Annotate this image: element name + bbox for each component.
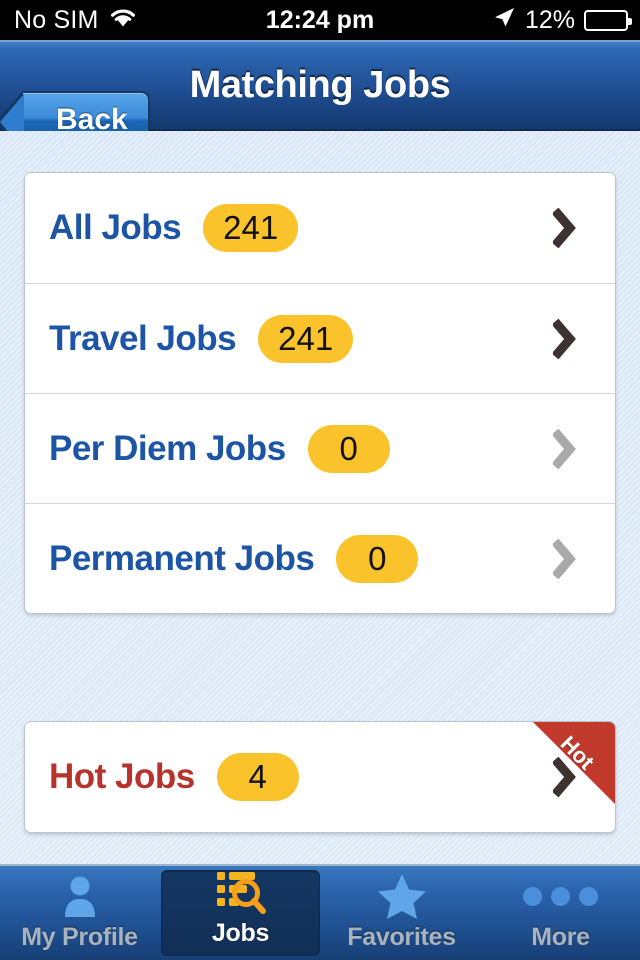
- back-button-label: Back: [56, 103, 128, 136]
- tab-label: More: [531, 923, 590, 951]
- list-item-travel-jobs[interactable]: Travel Jobs 241: [25, 283, 615, 393]
- tab-jobs[interactable]: Jobs: [161, 870, 320, 956]
- star-icon: [377, 872, 427, 920]
- count-badge: 4: [216, 753, 299, 801]
- count-badge: 241: [203, 204, 299, 252]
- tab-bar: My Profile Jobs Favorites More: [0, 864, 640, 960]
- list-item-label: Travel Jobs: [49, 318, 237, 358]
- list-item-hot-jobs[interactable]: Hot Jobs 4 Hot: [25, 722, 615, 832]
- status-bar-right: 12%: [492, 5, 632, 36]
- hot-ribbon-label: Hot: [555, 730, 600, 775]
- list-item-permanent-jobs[interactable]: Permanent Jobs 0: [25, 503, 615, 613]
- list-item-label: All Jobs: [49, 208, 182, 247]
- chevron-right-icon: [553, 208, 576, 248]
- location-arrow-icon: [492, 5, 516, 36]
- list-item-all-jobs[interactable]: All Jobs 241: [25, 173, 615, 283]
- tab-more[interactable]: More: [481, 866, 640, 960]
- tab-label: My Profile: [21, 923, 138, 951]
- chevron-right-icon: [553, 538, 576, 579]
- job-categories-card: All Jobs 241 Travel Jobs 241 Per Diem Jo…: [24, 172, 616, 614]
- content-area: All Jobs 241 Travel Jobs 241 Per Diem Jo…: [0, 131, 640, 864]
- count-badge: 0: [336, 534, 419, 583]
- status-bar: No SIM 12:24 pm 12%: [0, 0, 640, 40]
- list-item-label: Per Diem Jobs: [49, 428, 286, 468]
- count-badge: 241: [258, 314, 354, 363]
- tab-label: Jobs: [211, 919, 270, 947]
- battery-icon: [584, 9, 632, 31]
- list-item-label: Permanent Jobs: [49, 538, 315, 578]
- list-item-per-diem-jobs[interactable]: Per Diem Jobs 0: [25, 393, 615, 503]
- hot-jobs-card: Hot Jobs 4 Hot: [24, 721, 616, 833]
- app-screen: No SIM 12:24 pm 12% Back Matching Jobs A…: [0, 0, 640, 960]
- tab-label: Favorites: [347, 923, 456, 951]
- list-item-label: Hot Jobs: [49, 757, 195, 796]
- job-search-icon: [215, 868, 267, 916]
- navigation-bar: Back Matching Jobs: [0, 40, 640, 153]
- chevron-right-icon: [553, 428, 576, 469]
- person-icon: [57, 872, 103, 920]
- tab-favorites[interactable]: Favorites: [322, 866, 481, 960]
- chevron-right-icon: [553, 757, 576, 797]
- count-badge: 0: [307, 424, 390, 473]
- battery-percent-label: 12%: [524, 5, 575, 34]
- tab-my-profile[interactable]: My Profile: [0, 866, 159, 960]
- ellipsis-icon: [523, 872, 598, 920]
- chevron-right-icon: [553, 318, 576, 359]
